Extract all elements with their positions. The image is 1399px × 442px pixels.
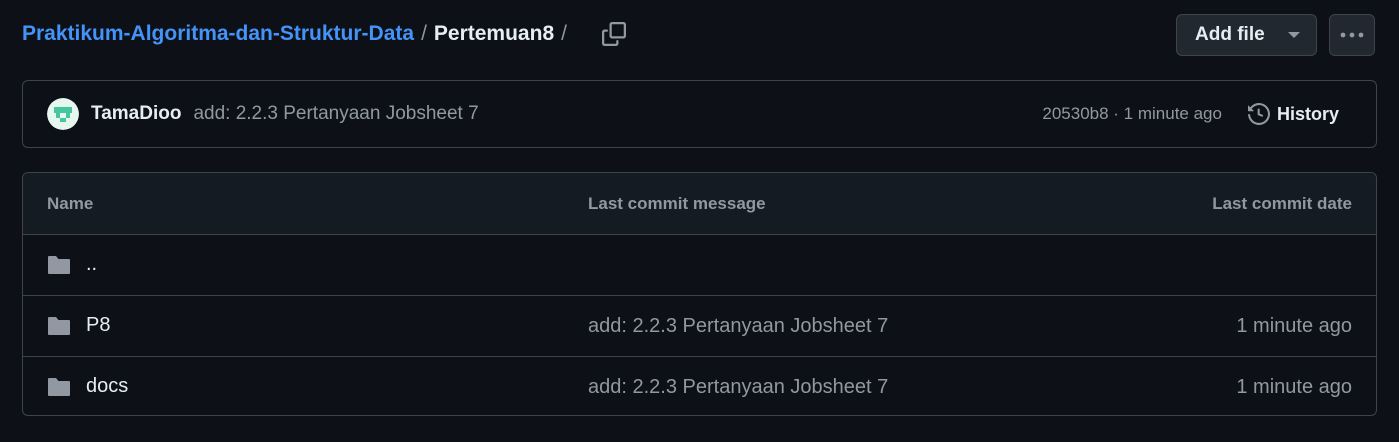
file-table: Name Last commit message Last commit dat… bbox=[22, 172, 1377, 416]
breadcrumb-trailing-separator: / bbox=[561, 22, 567, 45]
breadcrumb-current-folder: Pertemuan8 bbox=[433, 22, 555, 45]
add-file-label: Add file bbox=[1195, 24, 1265, 45]
table-row[interactable]: docs add: 2.2.3 Pertanyaan Jobsheet 7 1 … bbox=[23, 357, 1376, 415]
history-button[interactable]: History bbox=[1247, 103, 1339, 125]
commit-author-link[interactable]: TamaDioo bbox=[91, 103, 181, 125]
history-icon bbox=[1247, 103, 1270, 125]
table-row-parent-dir[interactable]: .. bbox=[23, 235, 1376, 296]
breadcrumb: Praktikum-Algoritma-dan-Struktur-Data / … bbox=[22, 20, 628, 48]
kebab-horizontal-icon bbox=[1340, 32, 1364, 38]
latest-commit-bar: TamaDioo add: 2.2.3 Pertanyaan Jobsheet … bbox=[22, 80, 1377, 148]
repo-header: Praktikum-Algoritma-dan-Struktur-Data / … bbox=[22, 14, 1375, 56]
copy-icon bbox=[601, 22, 626, 46]
table-row[interactable]: P8 add: 2.2.3 Pertanyaan Jobsheet 7 1 mi… bbox=[23, 296, 1376, 357]
more-options-button[interactable] bbox=[1329, 14, 1375, 56]
column-header-name: Name bbox=[47, 194, 94, 213]
breadcrumb-repo-link[interactable]: Praktikum-Algoritma-dan-Struktur-Data bbox=[22, 22, 414, 46]
folder-icon bbox=[48, 317, 70, 335]
commit-message-link[interactable]: add: 2.2.3 Pertanyaan Jobsheet 7 bbox=[193, 103, 478, 125]
commit-message-link[interactable]: add: 2.2.3 Pertanyaan Jobsheet 7 bbox=[588, 315, 888, 338]
file-name-link[interactable]: docs bbox=[86, 375, 128, 398]
history-label: History bbox=[1276, 103, 1339, 124]
commit-message-link[interactable]: add: 2.2.3 Pertanyaan Jobsheet 7 bbox=[588, 376, 888, 399]
folder-icon bbox=[48, 256, 70, 274]
folder-icon bbox=[48, 378, 70, 396]
header-actions: Add file bbox=[1176, 14, 1375, 56]
chevron-down-icon bbox=[1288, 32, 1300, 38]
add-file-button[interactable]: Add file bbox=[1176, 14, 1317, 56]
commit-hash-and-time[interactable]: 20530b8 · 1 minute ago bbox=[1042, 104, 1222, 124]
avatar[interactable] bbox=[47, 98, 79, 130]
copy-path-button[interactable] bbox=[600, 20, 628, 48]
commit-date: 1 minute ago bbox=[1236, 376, 1352, 398]
table-header: Name Last commit message Last commit dat… bbox=[23, 173, 1376, 235]
avatar-identicon-icon bbox=[47, 98, 79, 130]
file-name-link[interactable]: P8 bbox=[86, 314, 110, 337]
commit-date: 1 minute ago bbox=[1236, 315, 1352, 337]
column-header-date: Last commit date bbox=[1212, 194, 1352, 213]
file-name-link[interactable]: .. bbox=[86, 253, 97, 276]
column-header-message: Last commit message bbox=[588, 194, 766, 213]
breadcrumb-separator: / bbox=[421, 22, 427, 45]
